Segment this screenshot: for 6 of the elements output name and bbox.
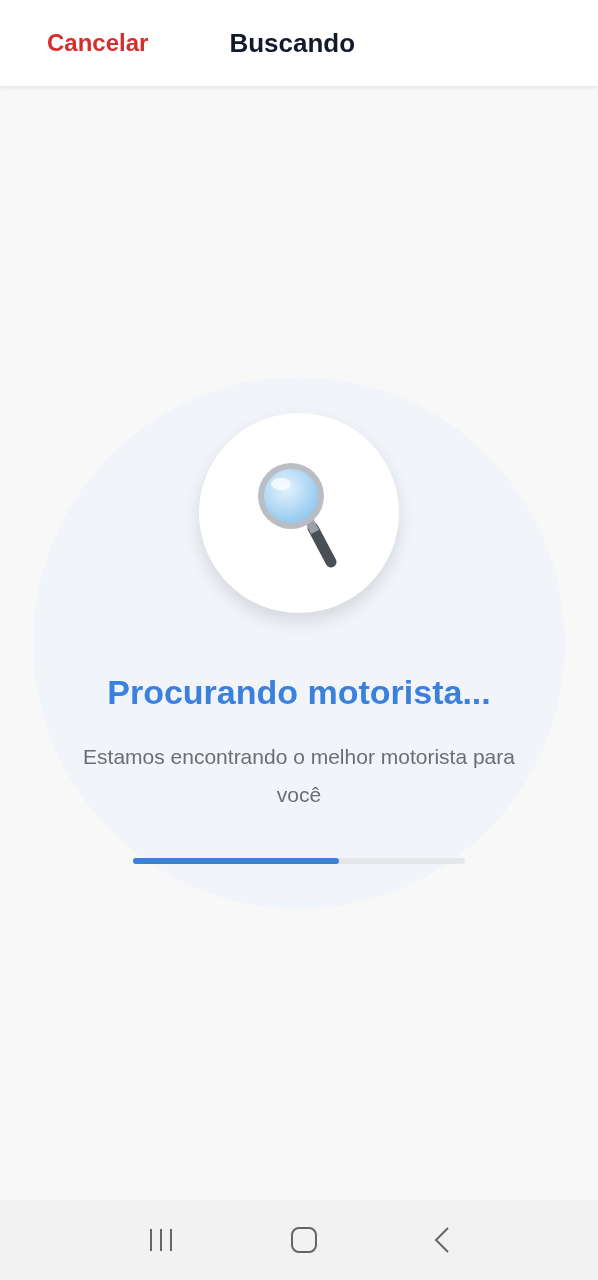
cancel-button[interactable]: Cancelar bbox=[47, 29, 149, 57]
back-icon[interactable] bbox=[432, 1226, 451, 1254]
searching-heading: Procurando motorista... bbox=[107, 673, 491, 712]
searching-message: Estamos encontrando o melhor motorista para você bbox=[82, 744, 516, 808]
screen-title: Buscando bbox=[229, 27, 356, 59]
home-icon[interactable] bbox=[290, 1226, 318, 1254]
